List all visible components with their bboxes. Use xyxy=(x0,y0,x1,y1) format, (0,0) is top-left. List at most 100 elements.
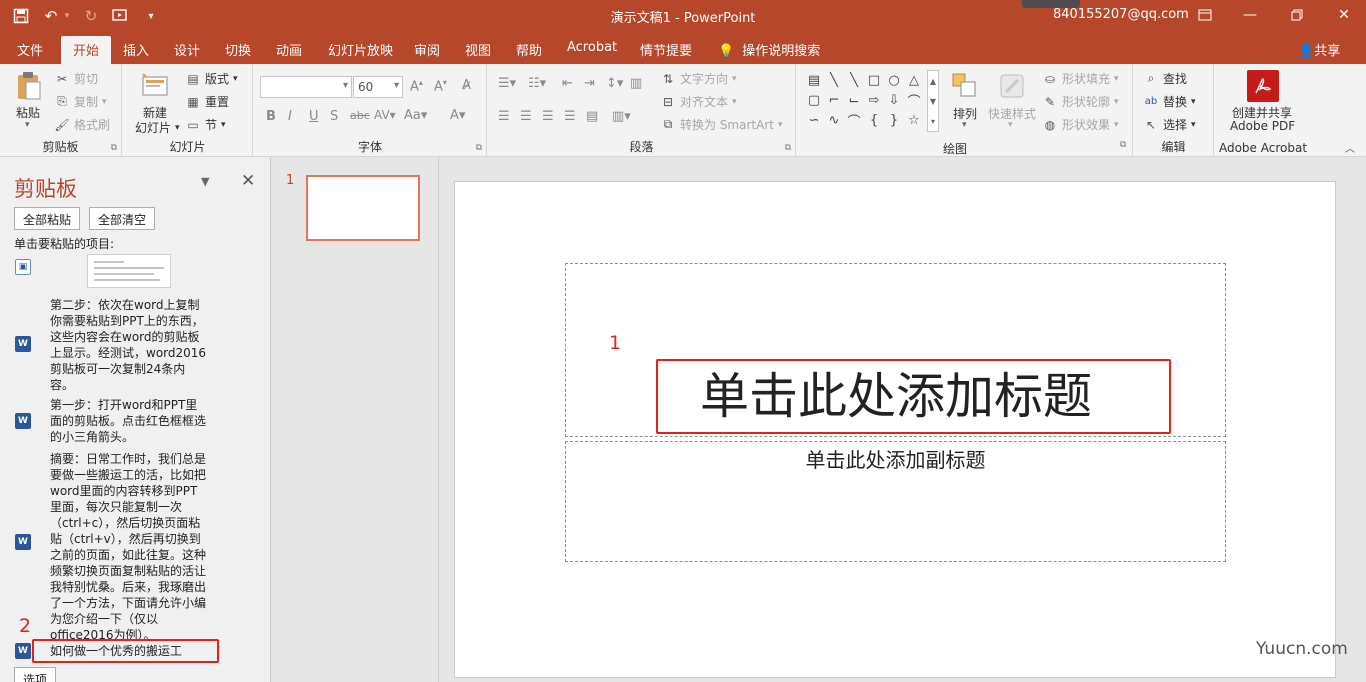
rounded-rect-icon[interactable]: ▢ xyxy=(805,90,823,110)
left-brace-icon[interactable]: { xyxy=(865,110,883,130)
clipboard-launcher-icon[interactable]: ⧉ xyxy=(111,143,117,153)
new-slide-icon[interactable] xyxy=(139,70,171,102)
drawing-launcher-icon[interactable]: ⧉ xyxy=(1120,140,1126,150)
line-icon[interactable]: ╲ xyxy=(845,70,863,90)
curve-icon[interactable]: ∽ xyxy=(805,110,823,130)
item-line: 剪贴板可一次复制24条内 xyxy=(50,362,186,376)
item-line: 频繁切换页面复制粘贴的活让 xyxy=(50,564,207,578)
paste-label[interactable]: 粘贴 xyxy=(16,104,40,121)
replace-button[interactable]: ab 替换 ▾ xyxy=(1143,93,1196,110)
restore-icon[interactable] xyxy=(1285,4,1309,26)
share-button[interactable]: 👤共享 xyxy=(1298,40,1340,59)
new-slide-label-2[interactable]: 幻灯片 ▾ xyxy=(135,119,180,136)
font-size-combo[interactable]: 60 xyxy=(353,76,403,98)
chevron-down-icon[interactable]: ▾ xyxy=(25,120,30,130)
clipboard-item-4[interactable]: 摘要：日常工作时，我们总是 要做一些搬运工的活，比如把 word里面的内容转移到… xyxy=(50,451,210,643)
arrange-icon[interactable] xyxy=(949,70,981,102)
chevron-down-icon: ▾ xyxy=(732,96,737,107)
chevron-down-icon[interactable]: ▾ xyxy=(962,120,967,130)
slide-canvas[interactable]: 单击此处添加副标题 1 单击此处添加标题 xyxy=(454,181,1336,678)
tell-me-search[interactable]: 💡 操作说明搜索 xyxy=(718,40,820,59)
font-launcher-icon[interactable]: ⧉ xyxy=(476,143,482,153)
collapse-ribbon-icon[interactable]: ︿ xyxy=(1345,140,1355,155)
rectangle-icon[interactable]: □ xyxy=(865,70,883,90)
adobe-pdf-icon[interactable] xyxy=(1247,70,1279,102)
options-button[interactable]: 选项 xyxy=(14,667,57,682)
find-button[interactable]: ⌕ 查找 xyxy=(1143,70,1187,87)
chevron-up-icon[interactable]: ▲ xyxy=(930,77,936,86)
ribbon-display-icon[interactable] xyxy=(1193,4,1217,26)
slide-thumbnails-pane: 1 xyxy=(272,157,439,682)
paint-bucket-icon: ⛀ xyxy=(1044,71,1056,86)
tab-animations[interactable]: 动画 xyxy=(276,40,302,59)
title-bar: ↶ ▾ ↻ ▾ 演示文稿1 - PowerPoint 840155207@qq.… xyxy=(0,0,1366,32)
line-spacing-icon: ↕▾ xyxy=(606,76,624,91)
subtitle-placeholder[interactable]: 单击此处添加副标题 xyxy=(565,441,1226,562)
more-icon[interactable]: ▾ xyxy=(931,117,935,126)
item-line: 为您介绍一下（仅以 xyxy=(50,612,159,626)
slide-thumbnail[interactable] xyxy=(306,175,420,241)
shapes-gallery-scroll[interactable]: ▲ ▼ ▾ xyxy=(927,70,939,132)
connector-icon[interactable]: ⌐ xyxy=(825,90,843,110)
word-doc-icon: W xyxy=(15,643,31,659)
chevron-down-icon[interactable]: ▼ xyxy=(930,97,936,106)
tab-storyboard[interactable]: 情节提要 xyxy=(640,40,692,59)
minimize-icon[interactable]: — xyxy=(1238,4,1262,26)
subtitle-placeholder-text: 单击此处添加副标题 xyxy=(805,448,986,472)
tab-file[interactable]: 文件 xyxy=(17,40,43,59)
clipboard-item-picture[interactable] xyxy=(87,254,171,288)
paragraph-launcher-icon[interactable]: ⧉ xyxy=(785,143,791,153)
elbow-connector-icon[interactable]: ⌙ xyxy=(845,90,863,110)
pane-options-icon[interactable]: ▼ xyxy=(201,175,209,188)
section-button[interactable]: ▭ 节 ▾ xyxy=(185,116,225,133)
tell-me-label: 操作说明搜索 xyxy=(742,44,821,59)
layout-button[interactable]: ▤ 版式 ▾ xyxy=(185,70,237,87)
title-placeholder-text: 单击此处添加标题 xyxy=(699,368,1092,425)
create-pdf-label-2[interactable]: Adobe PDF xyxy=(1230,119,1295,133)
select-button[interactable]: ↖ 选择 ▾ xyxy=(1143,116,1196,133)
close-pane-icon[interactable]: ✕ xyxy=(241,171,255,191)
item-line: 的小三角箭头。 xyxy=(50,430,135,444)
paste-icon[interactable] xyxy=(13,70,45,102)
freeform-icon[interactable]: ∿ xyxy=(825,110,843,130)
paste-all-button[interactable]: 全部粘贴 xyxy=(14,207,81,230)
user-account[interactable]: 840155207@qq.com xyxy=(1053,7,1189,22)
textbox-icon[interactable]: ▤ xyxy=(805,70,823,90)
oval-icon[interactable]: ○ xyxy=(885,70,903,90)
shape-effects-label: 形状效果 xyxy=(1062,118,1111,132)
justify-icon: ☰ xyxy=(564,109,576,124)
tab-home[interactable]: 开始 xyxy=(61,36,112,64)
chevron-down-icon: ▾ xyxy=(1114,119,1119,130)
tab-insert[interactable]: 插入 xyxy=(123,40,149,59)
font-color-icon: A▾ xyxy=(450,108,466,123)
tab-review[interactable]: 审阅 xyxy=(414,40,440,59)
font-name-combo[interactable] xyxy=(260,76,352,98)
tab-view[interactable]: 视图 xyxy=(465,40,491,59)
shapes-gallery[interactable]: ▤ ╲ ╲ □ ○ △ ▢ ⌐ ⌙ ⇨ ⇩ ⌒ ∽ ∿ ⌒ { } ☆ xyxy=(805,70,927,132)
text-direction-icon: ⇅ xyxy=(662,71,674,86)
arc-icon[interactable]: ⌒ xyxy=(905,90,923,110)
arc-icon[interactable]: ⌒ xyxy=(845,110,863,130)
arrow-down-icon[interactable]: ⇩ xyxy=(885,90,903,110)
tab-slideshow[interactable]: 幻灯片放映 xyxy=(328,40,393,59)
section-icon: ▭ xyxy=(187,117,199,132)
close-icon[interactable]: ✕ xyxy=(1332,4,1356,26)
clipboard-item-3[interactable]: 第一步：打开word和PPT里 面的剪贴板。点击红色框框选 的小三角箭头。 xyxy=(50,397,210,445)
shape-outline-button: ✎ 形状轮廓 ▾ xyxy=(1042,93,1119,110)
line-icon[interactable]: ╲ xyxy=(825,70,843,90)
word-doc-icon: W xyxy=(15,534,31,550)
triangle-icon[interactable]: △ xyxy=(905,70,923,90)
copy-button: ⎘ 复制 ▾ xyxy=(54,93,106,110)
clipboard-item-2[interactable]: 第二步：依次在word上复制 你需要粘贴到PPT上的东西， 这些内容会在word… xyxy=(50,297,210,393)
reset-button[interactable]: ▦ 重置 xyxy=(185,93,229,110)
tab-design[interactable]: 设计 xyxy=(174,40,200,59)
tab-help[interactable]: 帮助 xyxy=(516,40,542,59)
clipboard-item-5[interactable]: 如何做一个优秀的搬运工 xyxy=(50,643,210,659)
group-clipboard: 粘贴 ▾ ✂ 剪切 ⎘ 复制 ▾ 🖌 格式刷 剪贴板 ⧉ xyxy=(0,64,122,157)
clear-all-button[interactable]: 全部清空 xyxy=(89,207,156,230)
right-brace-icon[interactable]: } xyxy=(885,110,903,130)
star-icon[interactable]: ☆ xyxy=(905,110,923,130)
tab-transitions[interactable]: 切换 xyxy=(225,40,251,59)
tab-acrobat[interactable]: Acrobat xyxy=(567,40,617,55)
arrow-right-icon[interactable]: ⇨ xyxy=(865,90,883,110)
